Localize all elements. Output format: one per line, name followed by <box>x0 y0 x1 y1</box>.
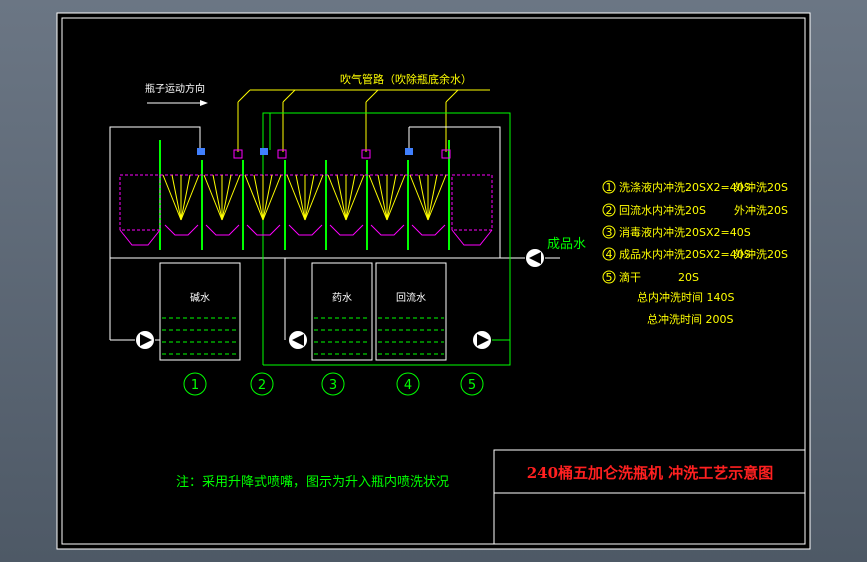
pump-product <box>526 249 544 267</box>
air-pipe-label: 吹气管路（吹除瓶底余水） <box>340 72 472 86</box>
step-1-outer: 外冲洗20S <box>734 180 788 194</box>
step-4-text: 成品水内冲洗20SX2=40S <box>619 247 751 261</box>
station-2: 2 <box>258 378 266 393</box>
total-inner-time: 总内冲洗时间 140S <box>637 290 734 304</box>
pump-2 <box>289 331 307 349</box>
step-5-num: 5 <box>606 271 613 284</box>
step-1-text: 洗涤液内冲洗20SX2=40S <box>619 180 751 194</box>
tank-return-label: 回流水 <box>396 291 426 304</box>
product-water-label: 成品水 <box>547 237 586 252</box>
station-5: 5 <box>468 378 476 393</box>
station-3: 3 <box>329 378 337 393</box>
step-2-outer: 外冲洗20S <box>734 203 788 217</box>
footnote: 注：采用升降式喷嘴，图示为升入瓶内喷洗状况 <box>176 474 449 490</box>
step-4-num: 4 <box>606 248 613 261</box>
tank-disinfectant-label: 药水 <box>332 292 352 304</box>
step-1-num: 1 <box>606 181 613 194</box>
step-3-num: 3 <box>606 226 613 239</box>
drawing-title: 240桶五加仑洗瓶机 冲洗工艺示意图 <box>527 464 774 482</box>
step-2-text: 回流水内冲洗20S <box>619 203 706 217</box>
pump-1 <box>136 331 154 349</box>
process-diagram: 240桶五加仑洗瓶机 冲洗工艺示意图 瓶子运动方向 吹气管路（吹除瓶底余水） 碱… <box>56 12 811 550</box>
step-4-outer: 外冲洗20S <box>734 247 788 261</box>
total-wash-time: 总冲洗时间 200S <box>647 312 733 326</box>
station-4: 4 <box>404 378 412 393</box>
station-1: 1 <box>191 378 199 393</box>
tank-alkali-label: 碱水 <box>190 292 210 304</box>
pump-3 <box>473 331 491 349</box>
step-5-text: 滴干 <box>619 270 641 284</box>
step-5-outer: 20S <box>678 271 699 284</box>
step-3-text: 消毒液内冲洗20SX2=40S <box>619 225 751 239</box>
step-2-num: 2 <box>606 204 613 217</box>
bottle-direction-label: 瓶子运动方向 <box>145 82 205 95</box>
